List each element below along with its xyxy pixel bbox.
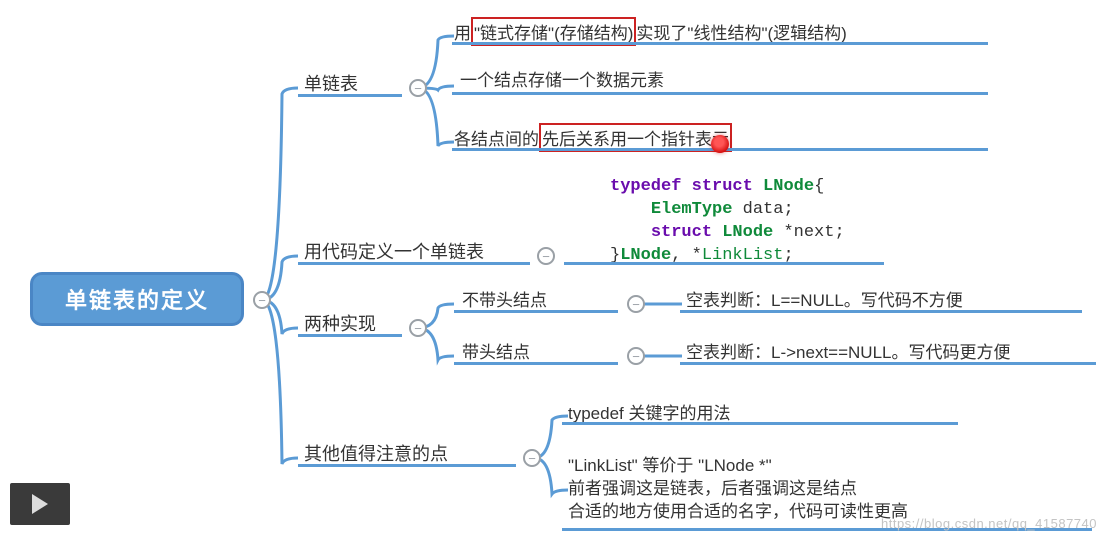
code-typedef-struct: typedef struct LNode{ ElemType data; str… — [610, 176, 845, 268]
play-icon — [32, 494, 48, 514]
collapse-toggle-n4[interactable]: − — [523, 449, 541, 467]
leaf-linklist-equiv: "LinkList" 等价于 "LNode *" 前者强调这是链表，后者强调这是… — [568, 455, 908, 524]
node-with-head[interactable]: 带头结点 — [462, 338, 530, 363]
node-underline — [454, 310, 618, 313]
leaf-node-stores-element: 一个结点存储一个数据元素 — [460, 66, 664, 91]
collapse-toggle-n2[interactable]: − — [537, 247, 555, 265]
node-underline — [298, 334, 402, 337]
leaf-underline — [562, 422, 958, 425]
root-title: 单链表的定义 — [65, 283, 209, 315]
mindmap-stage: 单链表的定义 − 单链表 − 用"链式存储"(存储结构)实现了"线性结构"(逻辑… — [0, 0, 1101, 535]
node-define-by-code[interactable]: 用代码定义一个单链表 — [304, 238, 484, 264]
node-underline — [454, 362, 618, 365]
leaf-typedef-usage: typedef 关键字的用法 — [568, 399, 731, 424]
collapse-toggle-n3b[interactable]: − — [627, 347, 645, 365]
node-singly-linked-list[interactable]: 单链表 — [304, 70, 358, 96]
leaf-no-head-text: 空表判断：L==NULL。写代码不方便 — [686, 286, 963, 311]
node-underline — [298, 262, 530, 265]
play-button[interactable] — [10, 483, 70, 525]
leaf-with-head-text: 空表判断：L->next==NULL。写代码更方便 — [686, 338, 1011, 363]
node-underline — [298, 464, 516, 467]
node-other-notes[interactable]: 其他值得注意的点 — [304, 440, 448, 466]
leaf-underline — [452, 42, 988, 45]
node-two-implementations[interactable]: 两种实现 — [304, 310, 376, 336]
collapse-toggle-n3a[interactable]: − — [627, 295, 645, 313]
watermark: https://blog.csdn.net/qq_41587740 — [881, 516, 1097, 531]
leaf-underline — [564, 262, 884, 265]
leaf-underline — [680, 310, 1082, 313]
leaf-underline — [680, 362, 1096, 365]
collapse-toggle-n1[interactable]: − — [409, 79, 427, 97]
node-no-head[interactable]: 不带头结点 — [462, 286, 547, 311]
collapse-toggle-n3[interactable]: − — [409, 319, 427, 337]
leaf-underline — [452, 92, 988, 95]
node-underline — [298, 94, 402, 97]
root-collapse-toggle[interactable]: − — [253, 291, 271, 309]
cursor-pointer-icon — [711, 135, 729, 153]
root-node[interactable]: 单链表的定义 — [30, 272, 244, 326]
